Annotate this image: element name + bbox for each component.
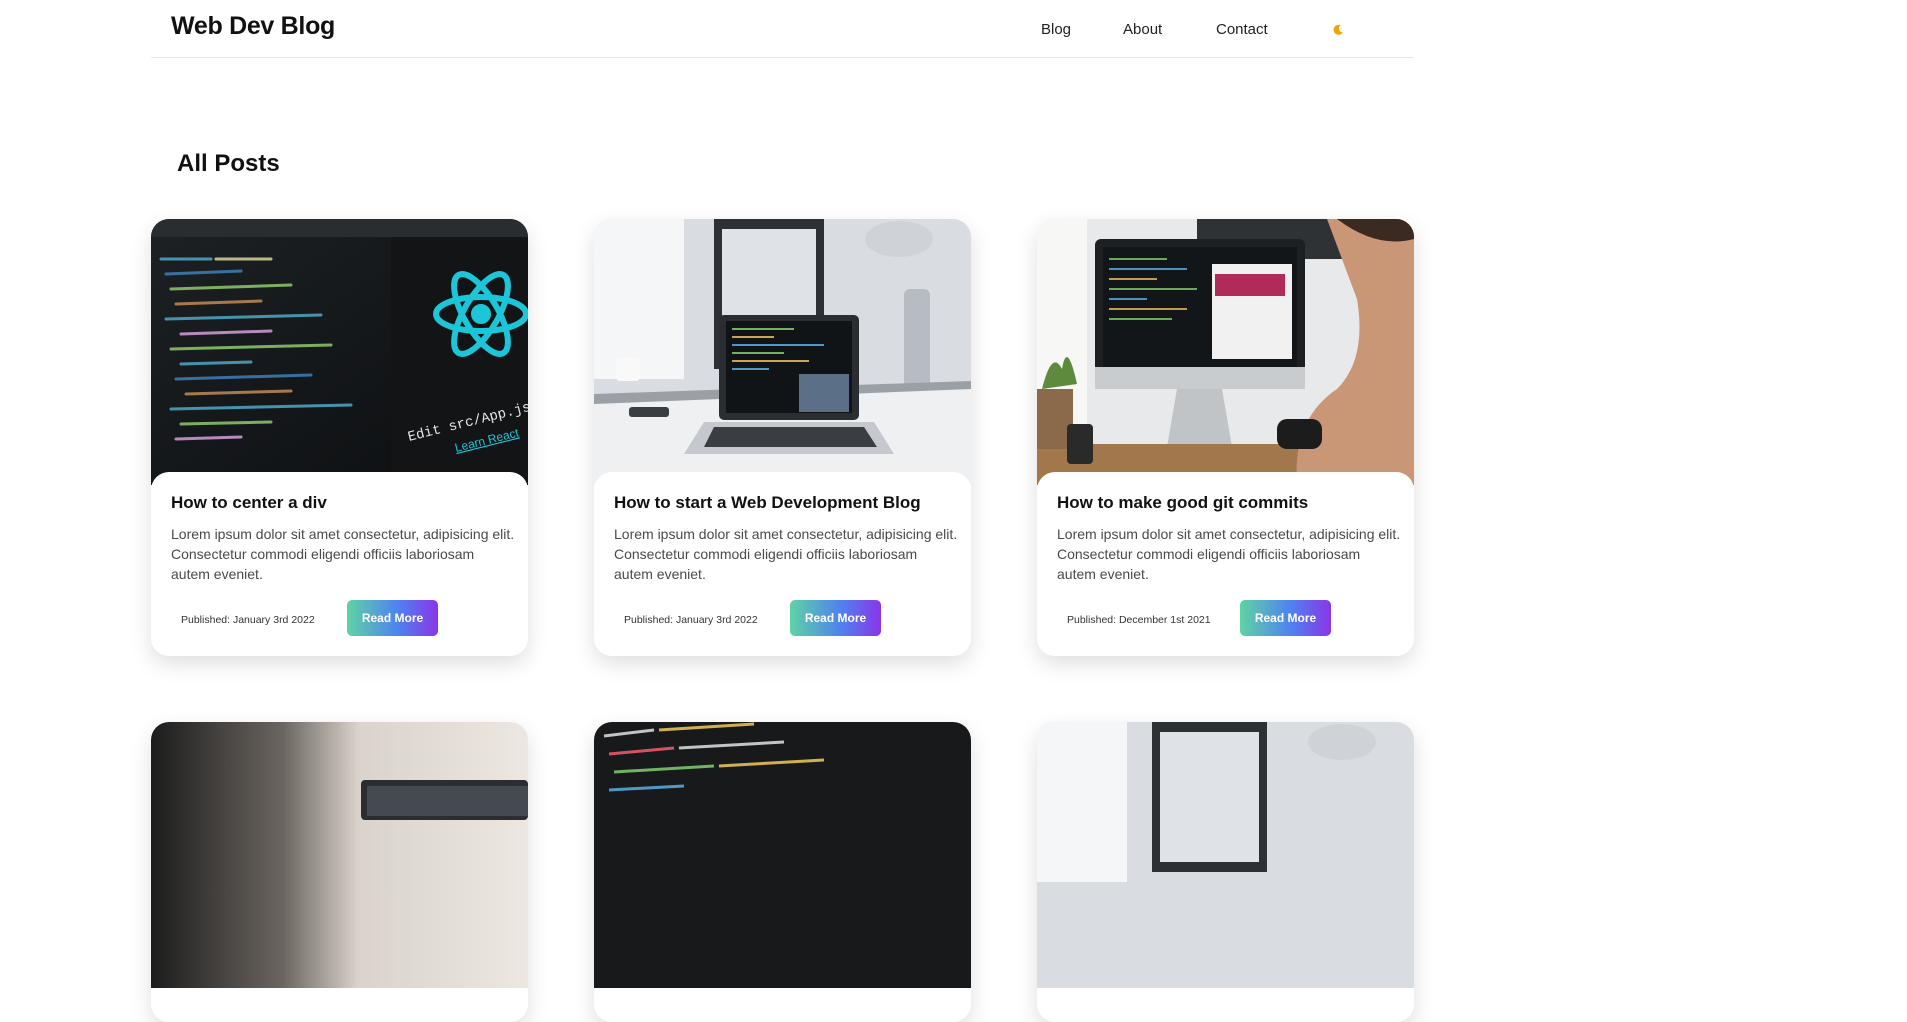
post-excerpt: Lorem ipsum dolor sit amet consectetur, … <box>171 526 515 582</box>
nav-about[interactable]: About <box>1123 21 1162 38</box>
read-more-button[interactable]: Read More <box>790 600 881 636</box>
moon-icon <box>1333 24 1343 35</box>
card-body: How to center a div Lorem ipsum dolor si… <box>151 472 528 656</box>
site-logo[interactable]: Web Dev Blog <box>171 12 335 41</box>
developer-at-imac-image <box>1037 219 1414 485</box>
post-date: Published: January 3rd 2022 <box>624 614 758 626</box>
nav-contact[interactable]: Contact <box>1216 21 1268 38</box>
card-body: How to start a Web Development Blog Lore… <box>594 472 971 656</box>
laptop-wall-image <box>151 722 528 988</box>
post-card <box>594 722 971 1022</box>
desk-setup-image <box>1037 722 1414 988</box>
post-card <box>151 722 528 1022</box>
site-header: Web Dev Blog Blog About Contact <box>151 0 1414 58</box>
post-title[interactable]: How to make good git commits <box>1057 493 1308 513</box>
post-date: Published: December 1st 2021 <box>1067 614 1211 626</box>
post-excerpt: Lorem ipsum dolor sit amet consectetur, … <box>614 526 958 582</box>
code-closeup-image <box>594 722 971 988</box>
post-card: Edit src/App.js and save to reload Learn… <box>151 219 528 656</box>
post-card <box>1037 722 1414 1022</box>
laptop-on-desk-image <box>594 219 971 485</box>
page-title: All Posts <box>177 150 280 177</box>
read-more-button[interactable]: Read More <box>347 600 438 636</box>
post-card: How to start a Web Development Blog Lore… <box>594 219 971 656</box>
theme-toggle-button[interactable] <box>1330 22 1346 38</box>
post-date: Published: January 3rd 2022 <box>181 614 315 626</box>
post-excerpt: Lorem ipsum dolor sit amet consectetur, … <box>1057 526 1401 582</box>
react-code-screen-image: Edit src/App.js and save to reload Learn… <box>151 219 528 485</box>
read-more-button[interactable]: Read More <box>1240 600 1331 636</box>
post-title[interactable]: How to center a div <box>171 493 327 513</box>
nav-blog[interactable]: Blog <box>1041 21 1071 38</box>
post-title[interactable]: How to start a Web Development Blog <box>614 493 921 513</box>
card-body: How to make good git commits Lorem ipsum… <box>1037 472 1414 656</box>
post-card: How to make good git commits Lorem ipsum… <box>1037 219 1414 656</box>
